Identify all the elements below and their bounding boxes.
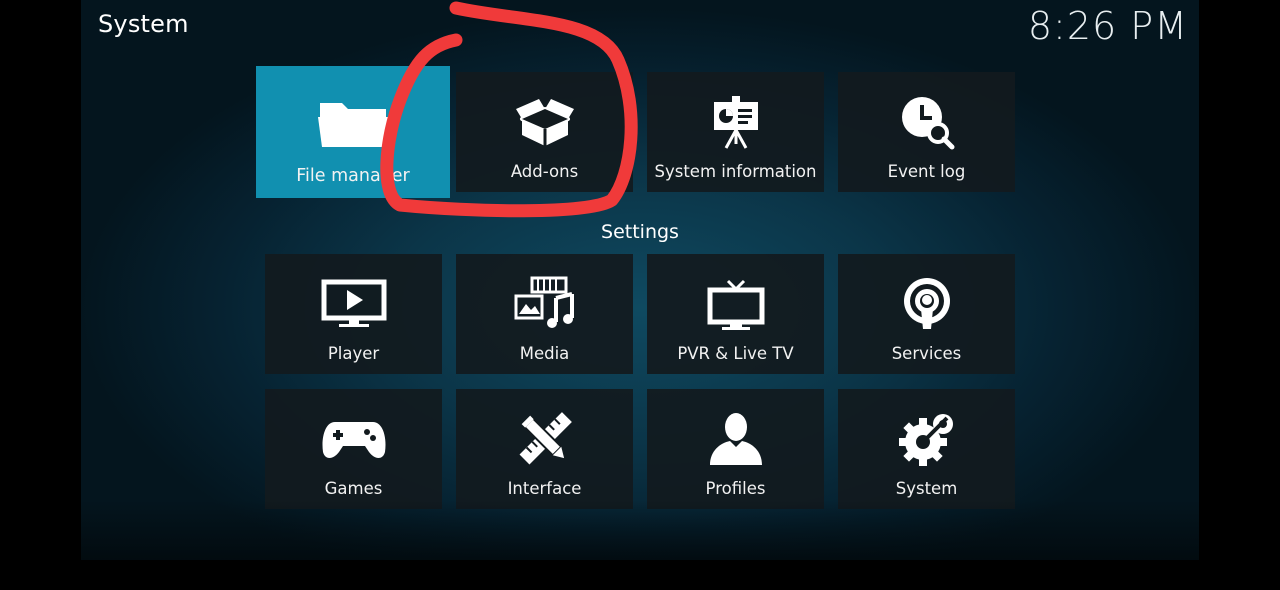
monitor-play-icon <box>321 272 387 336</box>
tile-add-ons[interactable]: Add-ons <box>456 72 633 192</box>
tile-label: Event log <box>887 162 966 181</box>
gears-icon <box>897 407 957 471</box>
tile-interface[interactable]: Interface <box>456 389 633 509</box>
presentation-icon <box>708 90 764 154</box>
tile-label: Add-ons <box>510 162 579 181</box>
tile-label: Profiles <box>705 479 766 498</box>
tile-label: System information <box>654 162 817 181</box>
tile-label: Interface <box>507 479 582 498</box>
page-title: System <box>98 10 189 38</box>
podcast-icon <box>899 272 955 336</box>
settings-heading: Settings <box>601 221 679 243</box>
tile-label: Services <box>891 344 962 363</box>
clock: 8:26 PM <box>1027 4 1188 48</box>
tile-pvr-live-tv[interactable]: PVR & Live TV <box>647 254 824 374</box>
tile-event-log[interactable]: Event log <box>838 72 1015 192</box>
tile-system-information[interactable]: System information <box>647 72 824 192</box>
tile-games[interactable]: Games <box>265 389 442 509</box>
tile-label: Games <box>324 479 383 498</box>
tile-file-manager[interactable]: File manager <box>256 66 450 198</box>
tile-label: File manager <box>296 166 410 186</box>
tile-media[interactable]: Media <box>456 254 633 374</box>
user-icon <box>706 407 766 471</box>
folder-icon <box>316 90 390 154</box>
tile-label: System <box>895 479 958 498</box>
tile-label: Player <box>327 344 380 363</box>
pencil-ruler-icon <box>516 407 574 471</box>
box-icon <box>514 90 576 154</box>
tile-services[interactable]: Services <box>838 254 1015 374</box>
tile-system[interactable]: System <box>838 389 1015 509</box>
kodi-screen: System 8:26 PM File manager Add-ons Syst… <box>81 0 1199 560</box>
tile-player[interactable]: Player <box>265 254 442 374</box>
tile-label: Media <box>519 344 570 363</box>
tile-profiles[interactable]: Profiles <box>647 389 824 509</box>
tile-label: PVR & Live TV <box>677 344 794 363</box>
gamepad-icon <box>321 407 387 471</box>
media-icon <box>512 272 578 336</box>
tv-icon <box>706 272 766 336</box>
clock-search-icon <box>898 90 956 154</box>
